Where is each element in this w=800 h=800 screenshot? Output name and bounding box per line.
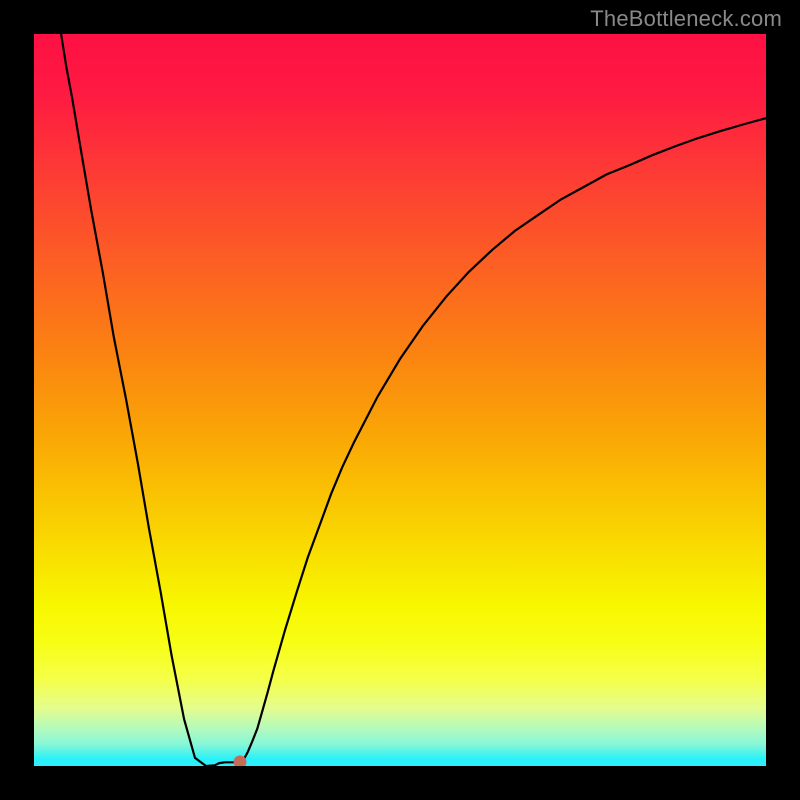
optimal-point-marker [233, 756, 246, 766]
curve-path [61, 34, 766, 766]
bottleneck-curve [34, 34, 766, 766]
chart-stage: TheBottleneck.com [0, 0, 800, 800]
watermark-text: TheBottleneck.com [590, 6, 782, 32]
plot-area [34, 34, 766, 766]
